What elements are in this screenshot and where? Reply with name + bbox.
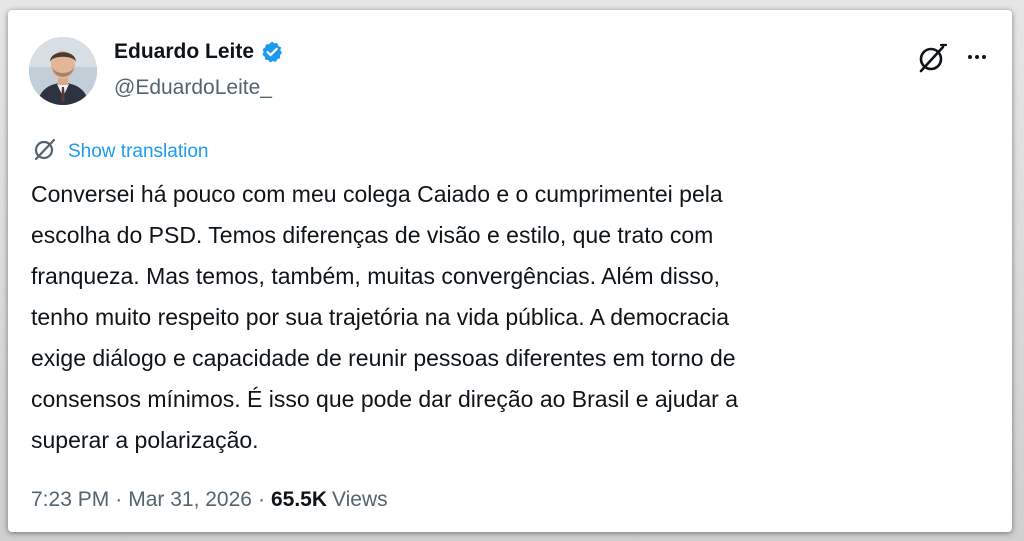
translate-icon [32,136,58,167]
verified-badge-icon[interactable] [260,40,284,64]
tweet-text: Conversei há pouco com meu colega Caiado… [31,181,739,453]
author-name-row: Eduardo Leite [114,40,284,64]
meta-separator: · [257,488,265,511]
tweet-meta: 7:23 PM · Mar 31, 2026 · 65.5K Views [31,488,388,512]
show-translation-label[interactable]: Show translation [68,141,208,163]
more-dot [982,55,986,59]
views-label[interactable]: Views [332,488,388,512]
grok-icon[interactable] [916,42,948,74]
more-options-icon[interactable] [960,40,994,74]
tweet-date[interactable]: Mar 31, 2026 [128,488,252,512]
tweet-card: Eduardo Leite @EduardoLeite_ Show transl… [8,10,1012,532]
author-name[interactable]: Eduardo Leite [114,40,254,64]
meta-separator: · [115,488,123,511]
more-dot [968,55,972,59]
tweet-time[interactable]: 7:23 PM [31,488,109,512]
views-count[interactable]: 65.5K [271,488,327,512]
more-dot [975,55,979,59]
avatar[interactable] [29,37,97,105]
author-handle[interactable]: @EduardoLeite_ [114,76,272,100]
show-translation-button[interactable]: Show translation [32,136,208,167]
